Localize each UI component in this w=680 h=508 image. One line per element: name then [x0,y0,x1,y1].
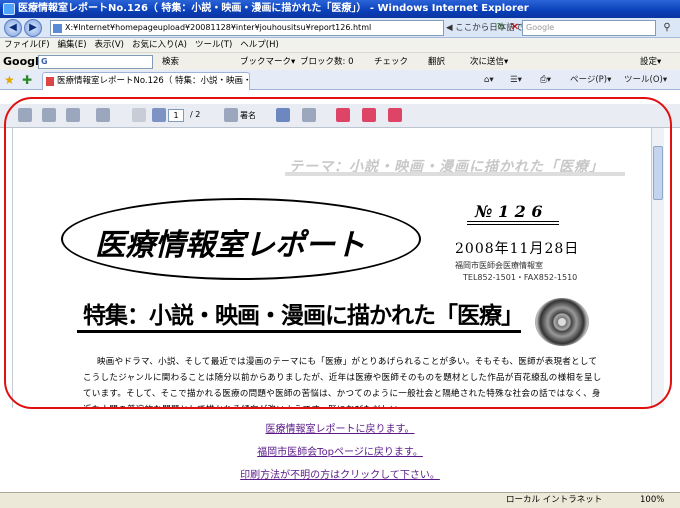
menu-tools[interactable]: ツール(T) [195,38,232,52]
sign-menu[interactable]: 署名 [240,110,256,121]
page-menu[interactable]: ページ(P)▾ [570,72,611,88]
page-icon [53,24,62,33]
issue-number: № 1 2 6 [467,202,559,225]
page-total: / 2 [190,110,201,119]
email-icon[interactable] [66,108,80,122]
back-to-reports-link[interactable]: 医療情報室レポートに戻ります。 [0,418,680,441]
arrow-tool-icon[interactable] [362,108,376,122]
fit-page-icon[interactable] [276,108,290,122]
window-title: 医療情報室レポートNo.126（ 特集：小説・映画・漫画に描かれた「医療」） -… [18,3,529,14]
home-icon[interactable]: ⌂▾ [484,72,494,88]
next-page-icon[interactable] [152,108,166,122]
pdf-toolbar: 1 / 2 署名 [0,104,680,128]
save-icon[interactable] [42,108,56,122]
feeds-icon[interactable]: ☰▾ [510,72,522,88]
line-tool-icon[interactable] [336,108,350,122]
tools-menu[interactable]: ツール(O)▾ [624,72,667,88]
menu-edit[interactable]: 編集(E) [58,38,87,52]
gt-popup-blocker[interactable]: ブロック数: 0 [300,53,353,71]
google-toolbar: Google G 検索 ブックマーク▾ ブロック数: 0 チェック 翻訳 次に送… [0,52,680,70]
menu-bar: ファイル(F) 編集(E) 表示(V) お気に入り(A) ツール(T) ヘルプ(H) [0,38,680,52]
contact-numbers: TEL852-1501・FAX852-1510 [463,273,578,282]
page-number-input[interactable]: 1 [168,109,184,122]
issue-underline-2 [467,224,559,225]
google-search-input[interactable]: Google [522,20,656,36]
shape-tool-icon[interactable] [388,108,402,122]
gt-check-button[interactable]: チェック [374,53,408,71]
url-input[interactable]: X:¥Internet¥homepageupload¥20081128¥inte… [50,20,444,36]
status-bar: ローカル イントラネット 100% [0,492,680,508]
fullscreen-icon[interactable] [302,108,316,122]
search-icon[interactable]: ⚲ [660,21,674,35]
report-theme: テーマ：小説・映画・漫画に描かれた「医療」 [285,156,625,176]
back-button[interactable]: ◀ [4,19,22,37]
stop-icon[interactable]: ✕ [508,21,522,35]
gt-translate-button[interactable]: 翻訳 [428,53,445,71]
google-toolbar-input[interactable]: G [38,55,153,69]
add-favorite-icon[interactable]: ✚ [22,72,32,88]
print-help-link[interactable]: 印刷方法が不明の方はクリックして下さい。 [0,464,680,487]
tab-bar: ★ ✚ 医療情報室レポートNo.126（ 特集：小説・映画・漫画に... ⌂▾ … [0,70,680,90]
print-icon[interactable]: ⎙▾ [540,72,551,88]
pdf-scrollbar[interactable] [651,128,664,408]
address-bar: ◀ ▶ X:¥Internet¥homepageupload¥20081128¥… [0,18,680,38]
menu-file[interactable]: ファイル(F) [4,38,50,52]
menu-help[interactable]: ヘルプ(H) [240,38,279,52]
security-zone: ローカル イントラネット [506,495,603,505]
feature-underline [77,330,521,333]
print-icon[interactable] [18,108,32,122]
forward-button[interactable]: ▶ [24,19,42,37]
gt-search-button[interactable]: 検索 [162,53,179,71]
theme-underline [285,172,625,176]
window-title-bar: 医療情報室レポートNo.126（ 特集：小説・映画・漫画に描かれた「医療」） -… [0,0,680,18]
report-main-title: 医療情報室レポート [95,228,365,263]
ie-icon [3,3,15,15]
gt-settings-button[interactable]: 設定▾ [640,53,661,71]
issue-underline [467,221,559,222]
feature-title: 特集：小説・映画・漫画に描かれた「医療」 [77,296,524,333]
association-name: 福岡市医師会医療情報室 [455,261,543,270]
report-date: 2008年11月28日 [455,241,580,257]
prev-page-icon[interactable] [132,108,146,122]
scrollbar-thumb[interactable] [653,146,663,200]
link-list: 医療情報室レポートに戻ります。 福岡市医師会Topページに戻ります。 印刷方法が… [0,418,680,487]
favorites-star-icon[interactable]: ★ [4,72,15,88]
report-body-text: 映画やドラマ、小説、そして最近では漫画のテーマにも「医療」がとりあげられることが… [83,357,602,408]
pdf-tab-icon [46,77,54,86]
edit-icon[interactable] [96,108,110,122]
refresh-icon[interactable]: ↻ [494,21,508,35]
pdf-document[interactable]: テーマ：小説・映画・漫画に描かれた「医療」 № 1 2 6 医療情報室レポート … [12,128,664,408]
zoom-level[interactable]: 100% [640,493,664,508]
menu-view[interactable]: 表示(V) [95,38,124,52]
tab-current[interactable]: 医療情報室レポートNo.126（ 特集：小説・映画・漫画に... [42,72,250,90]
film-reel-icon [535,298,589,346]
gt-send-button[interactable]: 次に送信▾ [470,53,508,71]
association-top-link[interactable]: 福岡市医師会Topページに戻ります。 [0,441,680,464]
gt-bookmark-button[interactable]: ブックマーク▾ [240,53,295,71]
sign-pen-icon[interactable] [224,108,238,122]
menu-favorites[interactable]: お気に入り(A) [132,38,187,52]
